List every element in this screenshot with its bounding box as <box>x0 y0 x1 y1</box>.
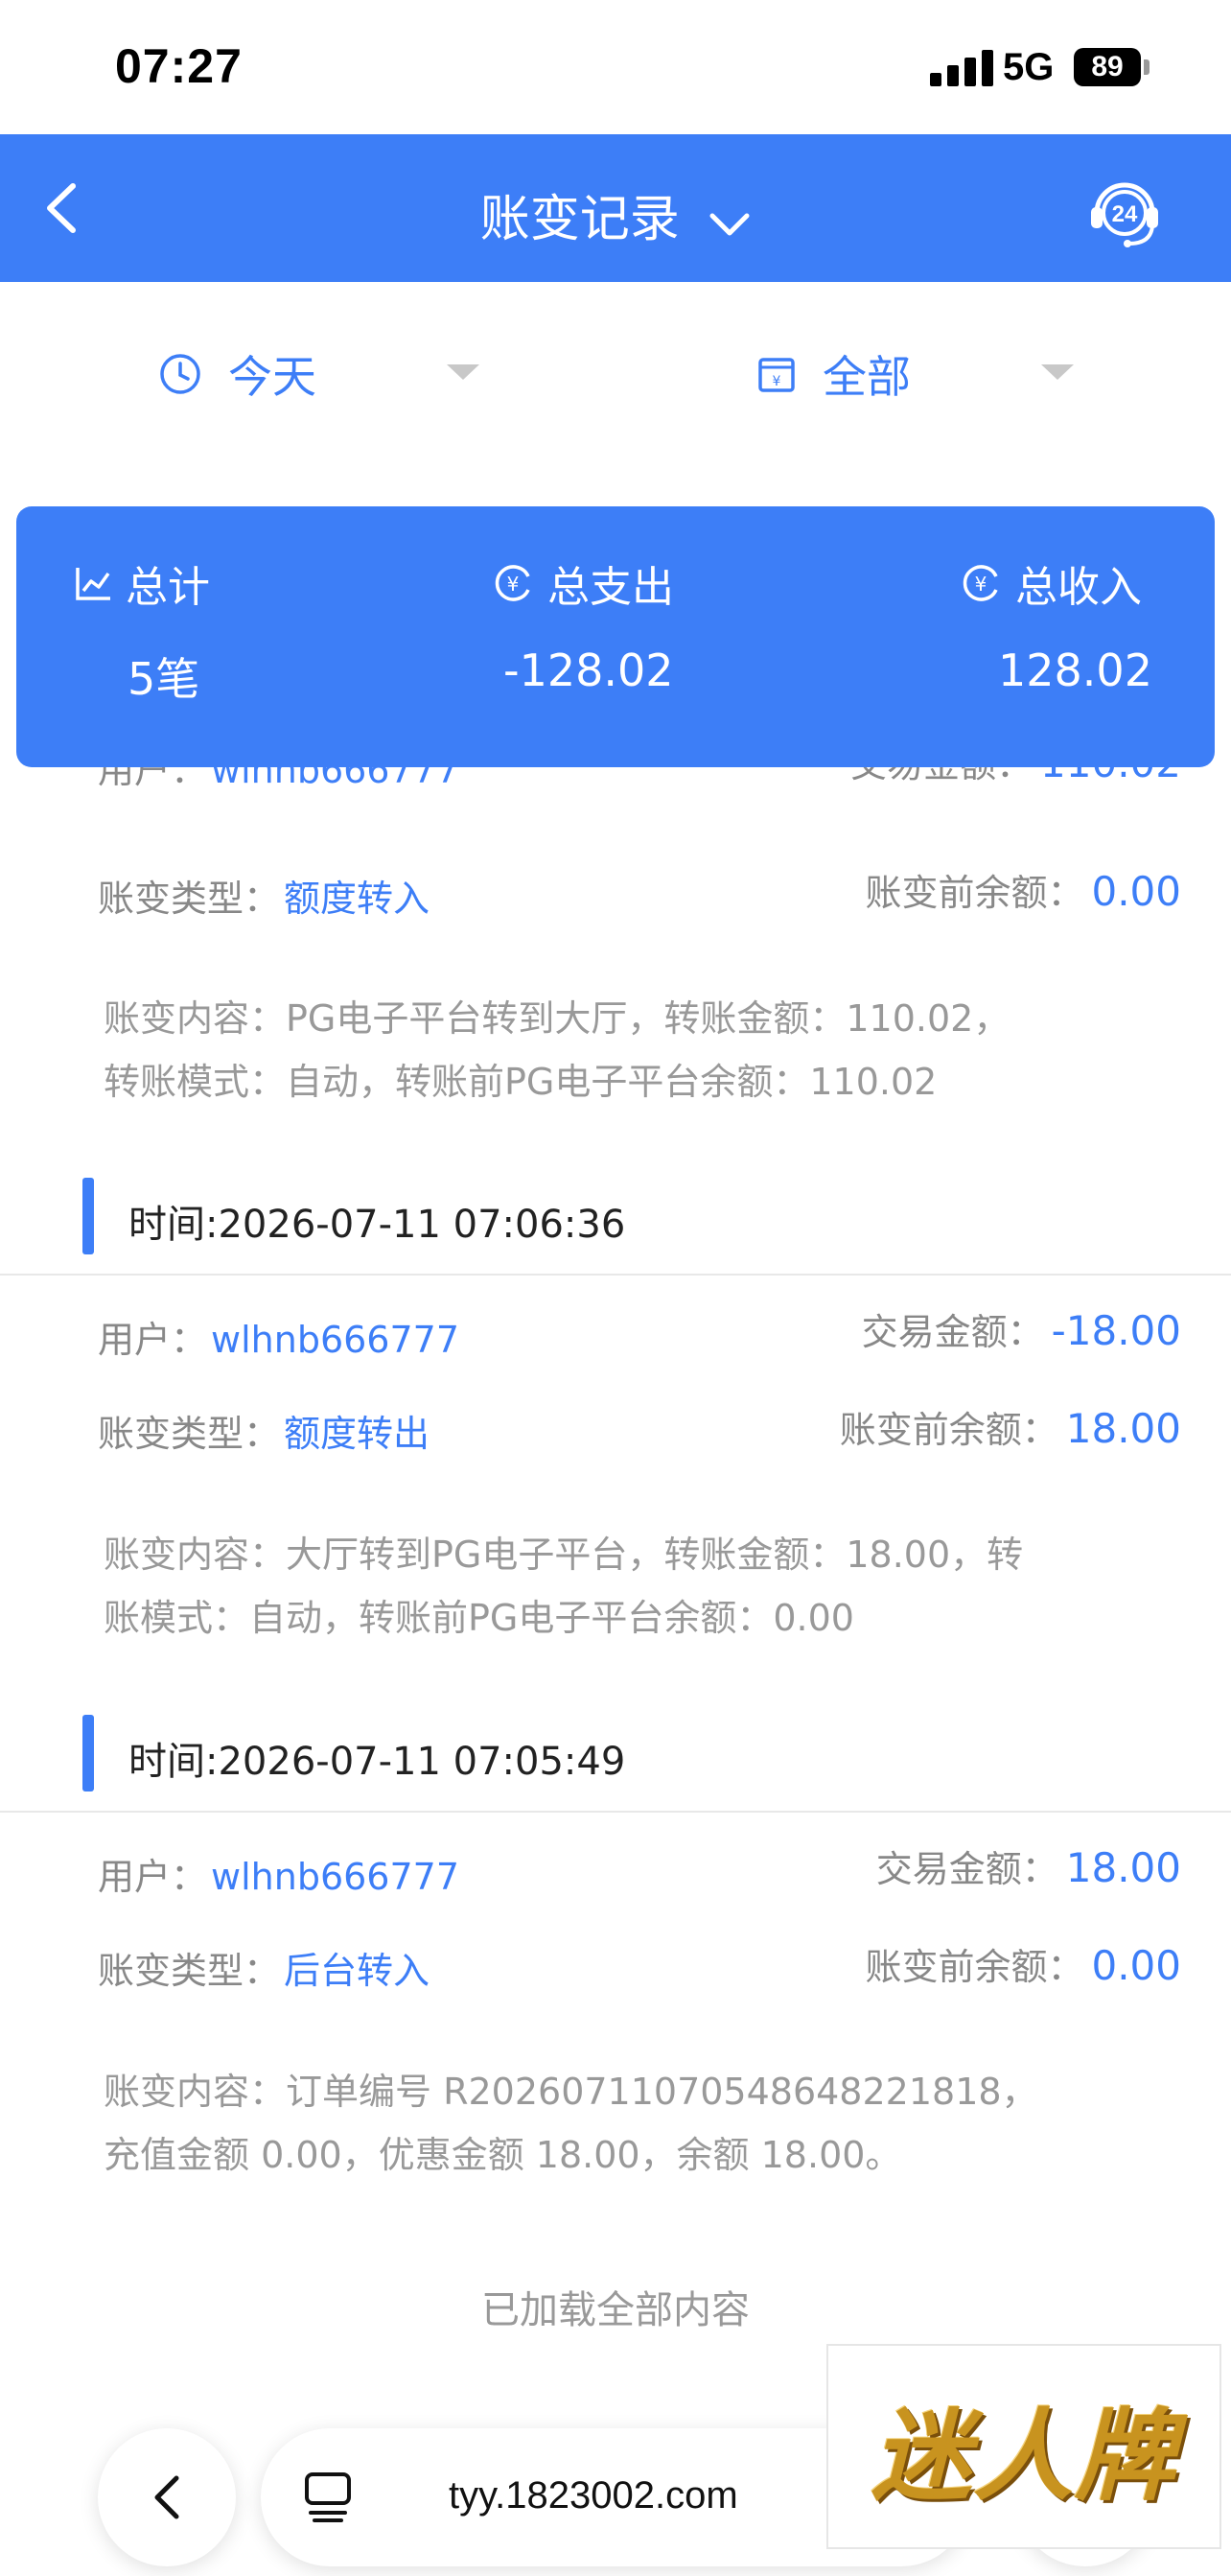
signal-icon <box>930 50 993 86</box>
svg-text:¥: ¥ <box>507 573 520 596</box>
username: wlhnb666777 <box>211 1319 460 1361</box>
amount-value: 110.02 <box>1040 767 1181 786</box>
chevron-down-icon <box>708 194 751 251</box>
battery-tip <box>1144 59 1150 75</box>
amount-value: 18.00 <box>1065 1844 1181 1891</box>
user-row: 用户： wlhnb666777 <box>98 1319 460 1361</box>
browser-back-button[interactable] <box>98 2428 236 2566</box>
chart-line-icon <box>76 568 110 600</box>
status-time: 07:27 <box>115 39 243 93</box>
date-filter-label: 今天 <box>228 351 316 403</box>
caret-down-icon <box>447 364 479 380</box>
caret-down-icon <box>1041 364 1074 380</box>
content-text: 账变内容：大厅转到PG电子平台，转账金额：18.00，转 账模式：自动，转账前P… <box>104 1534 1024 1639</box>
amount-row: 交易金额：110.02 <box>850 767 1181 787</box>
type-value: 额度转出 <box>284 1413 430 1455</box>
income-stat: ¥ 总收入 128.02 <box>962 552 1152 696</box>
clock-icon <box>160 354 200 394</box>
type-filter-label: 全部 <box>823 351 911 403</box>
date-filter[interactable]: 今天 <box>159 336 485 412</box>
chevron-left-icon <box>154 2475 179 2519</box>
amount-value: -18.00 <box>1051 1307 1181 1354</box>
balance-value: 18.00 <box>1065 1405 1181 1452</box>
svg-text:¥: ¥ <box>975 573 987 596</box>
income-label: 总收入 <box>1015 563 1142 612</box>
type-row: 账变类型： 后台转入 <box>98 1950 430 1992</box>
user-row: 用户： wlhnb666777 <box>98 767 459 793</box>
income-value: 128.02 <box>998 644 1152 696</box>
yen-circle-icon: ¥ <box>495 565 530 601</box>
type-value: 额度转入 <box>284 878 430 920</box>
network-type: 5G <box>1003 46 1055 88</box>
type-filter[interactable]: ¥ 全部 <box>757 336 1083 412</box>
customer-service-button[interactable]: 24 <box>1083 169 1166 251</box>
user-row: 用户： wlhnb666777 <box>98 1856 460 1898</box>
watermark-logo: 迷人牌 <box>826 2344 1221 2549</box>
amount-row: 交易金额： 18.00 <box>875 1844 1181 1891</box>
total-label: 总计 <box>126 563 210 612</box>
expense-stat: ¥ 总支出 -128.02 <box>494 552 674 696</box>
yen-circle-icon: ¥ <box>963 565 998 601</box>
transaction-list: 用户：wlhnb666777 交易金额：110.02 账变类型：额度转入 账变前… <box>0 767 1231 2398</box>
balance-value: 0.00 <box>1091 868 1181 915</box>
amount-row: 交易金额： -18.00 <box>861 1307 1181 1354</box>
content-text: 账变内容：PG电子平台转到大厅，转账金额：110.02， 转账模式：自动，转账前… <box>104 997 1010 1103</box>
url-text: tyy.1823002.com <box>449 2474 738 2517</box>
total-value: 5笔 <box>128 653 200 705</box>
title-dropdown[interactable]: 账变记录 <box>0 178 1231 251</box>
tabs-icon <box>305 2472 351 2522</box>
battery-icon: 89 <box>1074 48 1141 86</box>
time-indicator <box>82 1178 94 1254</box>
type-row: 账变类型： 额度转入 <box>98 878 430 920</box>
time-indicator <box>82 1715 94 1791</box>
type-value: 后台转入 <box>284 1950 430 1992</box>
balance-value: 0.00 <box>1091 1942 1181 1989</box>
username: wlhnb666777 <box>211 767 460 791</box>
username: wlhnb666777 <box>211 1856 460 1898</box>
divider <box>0 1811 1231 1813</box>
balance-row: 账变前余额： 18.00 <box>839 1405 1181 1452</box>
headset-icon: 24 <box>1091 182 1158 247</box>
app-header: 账变记录 24 <box>0 134 1231 282</box>
type-row: 账变类型： 额度转出 <box>98 1413 430 1455</box>
calendar-icon: ¥ <box>758 358 795 392</box>
status-bar: 07:27 5G 89 <box>0 0 1231 134</box>
total-count-stat: 总计 5笔 <box>74 552 210 705</box>
expense-value: -128.02 <box>503 644 674 696</box>
balance-row: 账变前余额： 0.00 <box>865 1942 1181 1989</box>
list-end-text: 已加载全部内容 <box>481 2288 750 2332</box>
record-time: 时间:2026-07-11 07:05:49 <box>128 1740 626 1784</box>
support-badge: 24 <box>1112 201 1138 227</box>
content-text: 账变内容：订单编号 R202607110705486482218​18， 充值金… <box>104 2071 1038 2176</box>
record-time: 时间:2026-07-11 07:06:36 <box>128 1203 626 1247</box>
divider <box>0 1274 1231 1276</box>
summary-card: 总计 5笔 ¥ 总支出 -128.02 ¥ 总收入 128.02 <box>16 506 1215 767</box>
page-title: 账变记录 <box>479 191 680 248</box>
expense-label: 总支出 <box>547 563 674 612</box>
watermark-text: 迷人牌 <box>871 2396 1176 2515</box>
balance-row: 账变前余额： 0.00 <box>865 868 1181 915</box>
svg-text:¥: ¥ <box>773 374 781 389</box>
